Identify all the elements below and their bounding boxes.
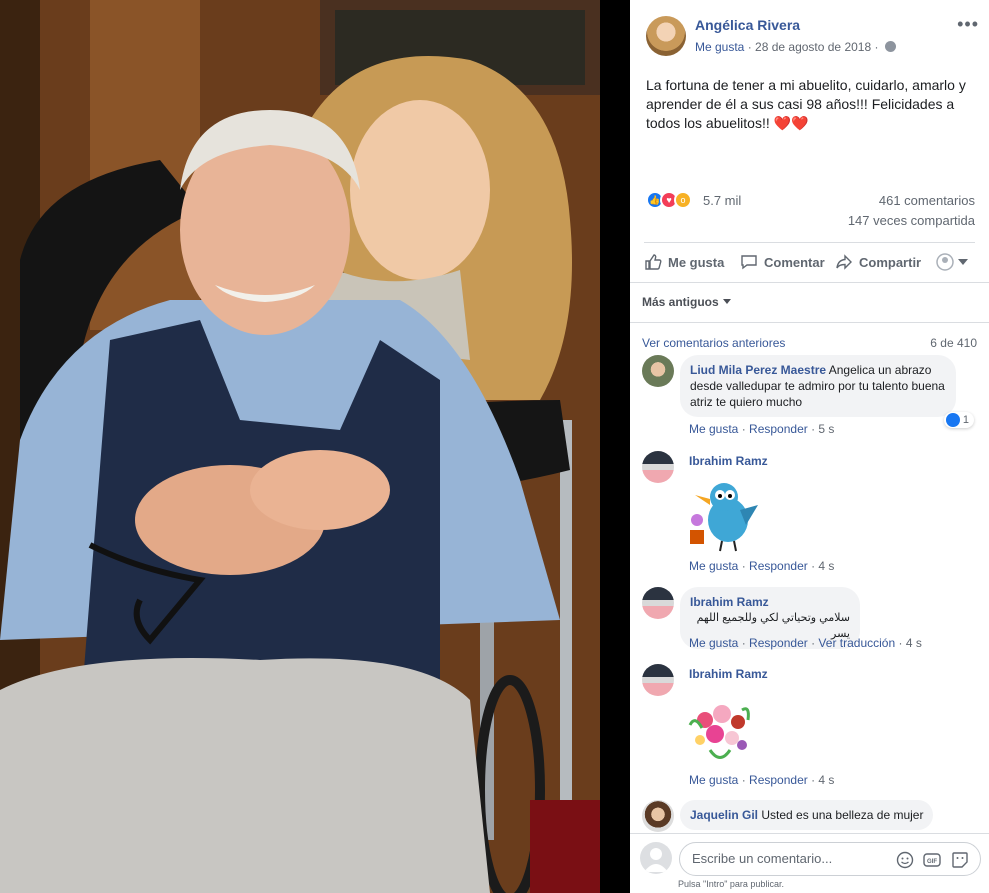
commenter-avatar[interactable] bbox=[642, 355, 674, 387]
comment-actions: Me gusta · Responder · 4 s bbox=[689, 559, 835, 573]
comment-input[interactable] bbox=[692, 851, 892, 866]
comment-like-link[interactable]: Me gusta bbox=[689, 422, 738, 436]
like-reaction-icon bbox=[945, 413, 960, 427]
profile-icon bbox=[936, 253, 954, 271]
sticker-icon[interactable] bbox=[951, 851, 969, 869]
commenter-name[interactable]: Liud Mila Perez Maestre bbox=[690, 363, 826, 377]
comment-icon bbox=[741, 255, 757, 270]
comment-time[interactable]: 5 s bbox=[818, 422, 834, 436]
comment-composer: GIF Pulsa "Intro" para publicar. bbox=[630, 833, 989, 893]
comment-like-link[interactable]: Me gusta bbox=[689, 559, 738, 573]
comment-time[interactable]: 4 s bbox=[906, 636, 922, 650]
divider bbox=[630, 282, 989, 283]
photo-illustration bbox=[0, 0, 600, 893]
chevron-down-icon bbox=[958, 259, 968, 265]
post-meta: Me gusta · 28 de agosto de 2018 · bbox=[695, 40, 896, 54]
commenter-avatar[interactable] bbox=[642, 587, 674, 619]
gif-icon[interactable]: GIF bbox=[923, 851, 941, 869]
comment-actions: Me gusta · Responder · 4 s bbox=[689, 773, 835, 787]
comment-button-label: Comentar bbox=[764, 254, 825, 270]
thumbs-up-icon bbox=[645, 254, 662, 270]
comment-time[interactable]: 4 s bbox=[818, 559, 834, 573]
comment-reply-link[interactable]: Responder bbox=[749, 773, 808, 787]
commenter-avatar[interactable] bbox=[642, 664, 674, 696]
divider bbox=[630, 322, 989, 323]
view-previous-comments-link[interactable]: Ver comentarios anteriores bbox=[642, 336, 785, 350]
default-avatar-icon bbox=[644, 848, 668, 872]
comment-like-link[interactable]: Me gusta bbox=[689, 773, 738, 787]
comment-item: Ibrahim Ramz Me gusta · Responder · 4 s bbox=[642, 451, 977, 576]
more-dots-icon[interactable]: ••• bbox=[957, 14, 979, 35]
current-user-avatar bbox=[640, 842, 672, 874]
like-button[interactable]: Me gusta bbox=[644, 249, 724, 275]
comments-pagecount: 6 de 410 bbox=[930, 336, 977, 350]
globe-icon[interactable] bbox=[884, 41, 896, 52]
bird-with-flower-sticker[interactable] bbox=[680, 475, 760, 555]
compose-hint: Pulsa "Intro" para publicar. bbox=[678, 879, 784, 889]
post-text: La fortuna de tener a mi abuelito, cuida… bbox=[646, 77, 966, 131]
divider bbox=[644, 242, 975, 243]
comment-reply-link[interactable]: Responder bbox=[749, 636, 808, 650]
commenter-name[interactable]: Jaquelin Gil bbox=[690, 808, 758, 822]
comment-item: Ibrahim Ramz Me gusta · Responder · 4 s bbox=[642, 664, 977, 790]
comment-time[interactable]: 4 s bbox=[818, 773, 834, 787]
author-avatar[interactable] bbox=[646, 16, 686, 56]
comment-reaction-count: 1 bbox=[962, 414, 969, 426]
see-translation-link[interactable]: Ver traducción bbox=[818, 636, 895, 650]
comment-input-box[interactable]: GIF bbox=[679, 842, 981, 876]
wow-reaction-icon: o bbox=[674, 191, 692, 209]
flower-bouquet-sticker[interactable] bbox=[680, 690, 760, 770]
share-button[interactable]: Compartir bbox=[835, 249, 921, 275]
post-header: Angélica Rivera Me gusta · 28 de agosto … bbox=[644, 14, 979, 58]
comment-item: Ibrahim Ramz سلامي وتحياتي لكي وللجميع ا… bbox=[642, 587, 977, 657]
audience-selector[interactable] bbox=[936, 249, 968, 275]
share-icon bbox=[836, 254, 852, 270]
comment-actions: Me gusta · Responder · 5 s bbox=[689, 422, 835, 436]
commenter-name[interactable]: Ibrahim Ramz bbox=[689, 667, 768, 681]
comment-item: Jaquelin Gil Usted es una belleza de muj… bbox=[642, 800, 977, 833]
like-page-link[interactable]: Me gusta bbox=[695, 40, 744, 54]
commenter-name[interactable]: Ibrahim Ramz bbox=[689, 454, 768, 468]
reactions-bar: 👍 ♥ o 5.7 mil 461 comentarios 147 veces … bbox=[644, 188, 975, 238]
comment-bubble: Liud Mila Perez Maestre Angelica un abra… bbox=[680, 355, 956, 417]
comment-bubble: Jaquelin Gil Usted es una belleza de muj… bbox=[680, 800, 934, 830]
commenter-name[interactable]: Ibrahim Ramz bbox=[690, 594, 850, 610]
sort-comments-dropdown[interactable]: Más antiguos bbox=[642, 295, 731, 309]
reaction-icons[interactable]: 👍 ♥ o bbox=[646, 191, 706, 209]
caret-down-icon bbox=[722, 299, 731, 304]
comment-count[interactable]: 461 comentarios bbox=[879, 193, 975, 208]
post-date[interactable]: 28 de agosto de 2018 bbox=[755, 40, 871, 54]
share-button-label: Compartir bbox=[859, 254, 922, 270]
sort-label: Más antiguos bbox=[642, 295, 719, 309]
post-side-panel: Angélica Rivera Me gusta · 28 de agosto … bbox=[630, 0, 989, 893]
comment-reply-link[interactable]: Responder bbox=[749, 422, 808, 436]
share-count[interactable]: 147 veces compartida bbox=[848, 213, 975, 228]
reaction-count[interactable]: 5.7 mil bbox=[703, 193, 741, 208]
meta-separator-2: · bbox=[871, 40, 882, 54]
comment-text: Usted es una belleza de mujer bbox=[761, 808, 924, 822]
comment-reactions[interactable]: 1 bbox=[943, 412, 974, 428]
comment-like-link[interactable]: Me gusta bbox=[689, 636, 738, 650]
meta-separator: · bbox=[744, 40, 756, 54]
author-name[interactable]: Angélica Rivera bbox=[695, 17, 800, 33]
emoji-icon[interactable] bbox=[896, 851, 914, 869]
like-button-label: Me gusta bbox=[668, 254, 725, 270]
post-actions: Me gusta Comentar Compartir bbox=[644, 249, 975, 275]
comment-actions: Me gusta · Responder · Ver traducción · … bbox=[689, 636, 922, 650]
comment-reply-link[interactable]: Responder bbox=[749, 559, 808, 573]
viewer-gutter bbox=[600, 0, 630, 893]
commenter-avatar[interactable] bbox=[642, 800, 674, 832]
post-photo[interactable] bbox=[0, 0, 600, 893]
comment-item: Liud Mila Perez Maestre Angelica un abra… bbox=[642, 355, 977, 440]
svg-text:GIF: GIF bbox=[927, 859, 937, 865]
commenter-avatar[interactable] bbox=[642, 451, 674, 483]
